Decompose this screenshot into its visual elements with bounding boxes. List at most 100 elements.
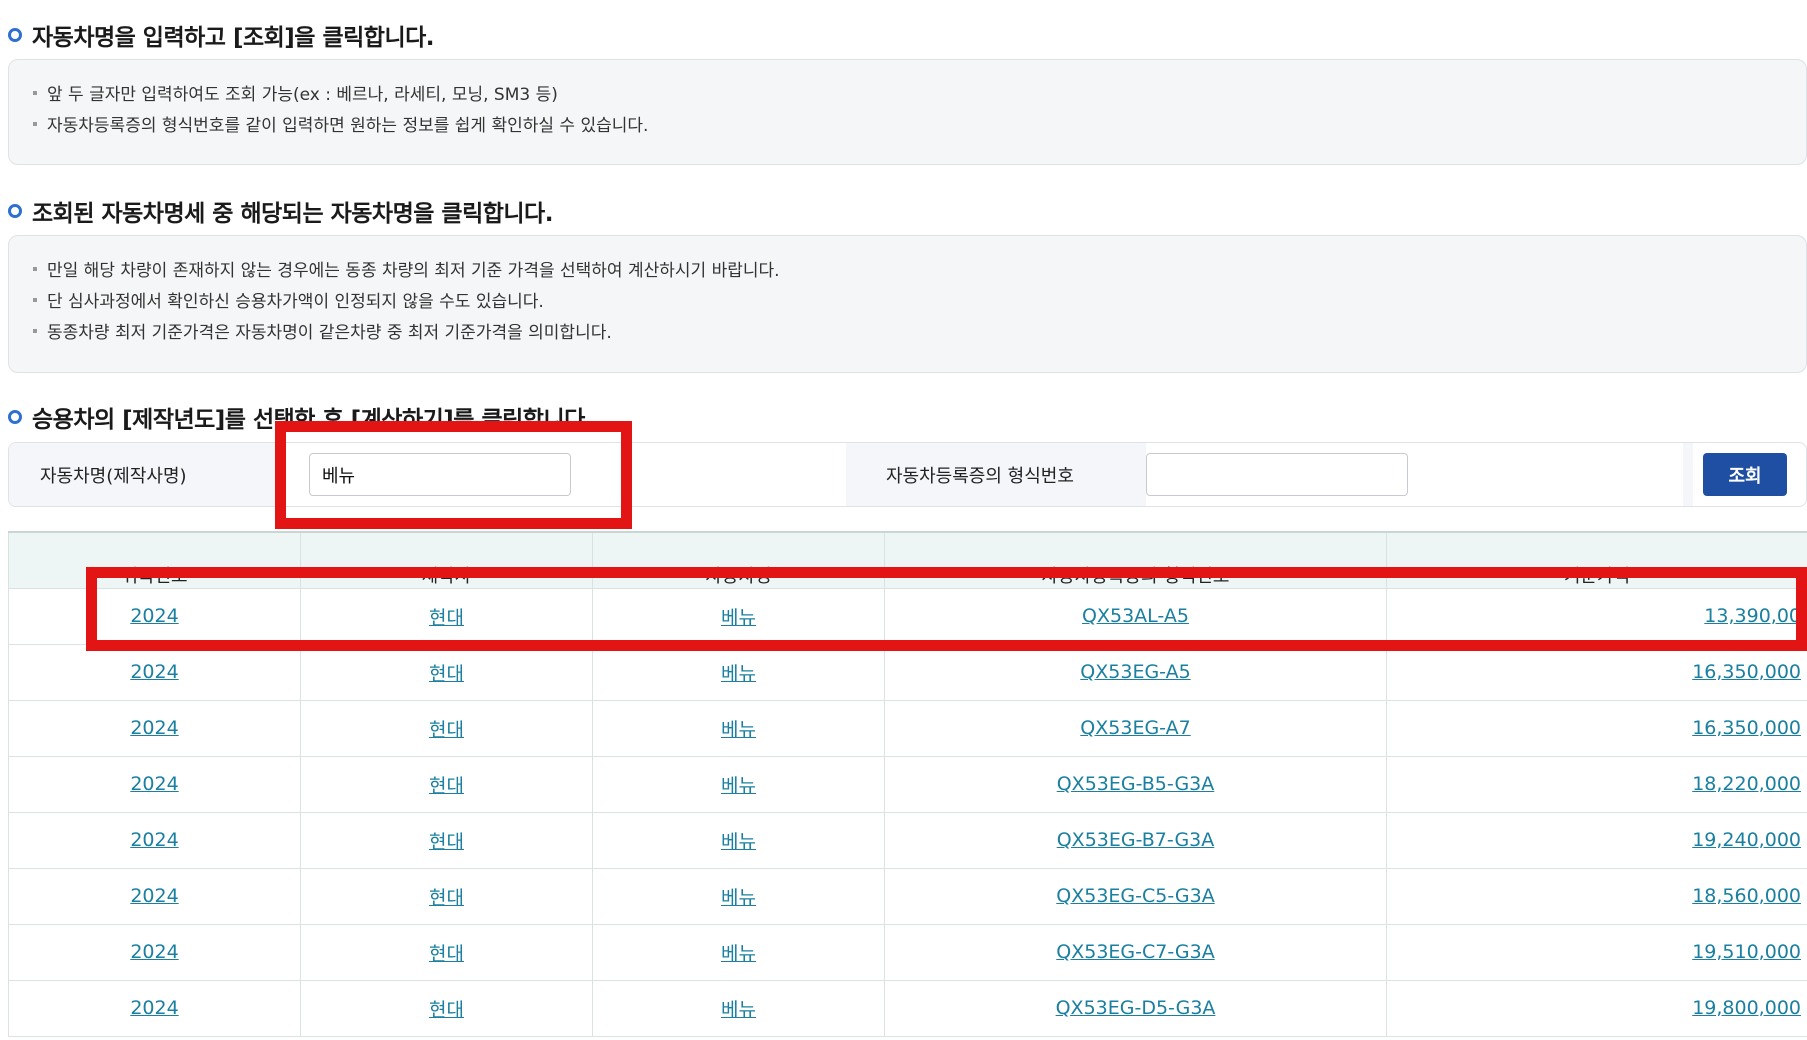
year-link[interactable]: 2024	[130, 717, 178, 739]
year-link[interactable]: 2024	[130, 661, 178, 683]
type-number-link[interactable]: QX53EG-C7-G3A	[1056, 941, 1214, 963]
cell-maker: 현대	[300, 867, 593, 925]
results-table: 귀속연도 제작사 자동차명 자동차등록증의 형식번호 기준가격 2024 현대 베뉴…	[8, 531, 1807, 1037]
button-cell-bg	[1683, 443, 1693, 506]
header-maker: 제작사	[300, 531, 593, 589]
base-price-link[interactable]: 19,800,000	[1692, 997, 1801, 1019]
base-price-link[interactable]: 16,350,000	[1692, 717, 1801, 739]
year-link[interactable]: 2024	[130, 941, 178, 963]
cell-base-price: 19,510,000	[1386, 923, 1807, 981]
type-number-label: 자동차등록증의 형식번호	[846, 443, 1146, 506]
type-number-link[interactable]: QX53EG-D5-G3A	[1056, 997, 1216, 1019]
type-number-link[interactable]: QX53EG-B5-G3A	[1057, 773, 1215, 795]
cell-year: 2024	[8, 699, 301, 757]
year-link[interactable]: 2024	[130, 829, 178, 851]
cell-year: 2024	[8, 979, 301, 1037]
cell-maker: 현대	[300, 587, 593, 645]
header-car-name: 자동차명	[592, 531, 885, 589]
cell-year: 2024	[8, 643, 301, 701]
step2-title: 조회된 자동차명세 중 해당되는 자동차명을 클릭합니다.	[32, 201, 553, 227]
header-type-number: 자동차등록증의 형식번호	[884, 531, 1387, 589]
year-link[interactable]: 2024	[130, 885, 178, 907]
header-year: 귀속연도	[8, 531, 301, 589]
cell-type-number: QX53EG-A7	[884, 699, 1387, 757]
info-line: 동종차량 최저 기준가격은 자동차명이 같은차량 중 최저 기준가격을 의미합니…	[33, 315, 1806, 346]
year-link[interactable]: 2024	[130, 773, 178, 795]
cell-type-number: QX53EG-B5-G3A	[884, 755, 1387, 813]
year-link[interactable]: 2024	[130, 997, 178, 1019]
cell-maker: 현대	[300, 979, 593, 1037]
cell-type-number: QX53EG-C5-G3A	[884, 867, 1387, 925]
cell-car-name: 베뉴	[592, 811, 885, 869]
cell-maker: 현대	[300, 923, 593, 981]
info-line: 만일 해당 차량이 존재하지 않는 경우에는 동종 차량의 최저 기준 가격을 …	[33, 253, 1806, 284]
search-form: 자동차명(제작사명) 자동차등록증의 형식번호 조회	[8, 442, 1807, 507]
car-name-link[interactable]: 베뉴	[721, 999, 756, 1021]
maker-link[interactable]: 현대	[429, 887, 464, 909]
cell-base-price: 18,560,000	[1386, 867, 1807, 925]
cell-car-name: 베뉴	[592, 867, 885, 925]
maker-link[interactable]: 현대	[429, 831, 464, 853]
maker-link[interactable]: 현대	[429, 999, 464, 1021]
cell-maker: 현대	[300, 699, 593, 757]
car-name-link[interactable]: 베뉴	[721, 607, 756, 629]
maker-link[interactable]: 현대	[429, 663, 464, 685]
car-name-link[interactable]: 베뉴	[721, 775, 756, 797]
square-bullet-icon	[33, 90, 37, 95]
car-name-link[interactable]: 베뉴	[721, 887, 756, 909]
maker-link[interactable]: 현대	[429, 943, 464, 965]
search-button[interactable]: 조회	[1703, 453, 1787, 496]
cell-type-number: QX53EG-C7-G3A	[884, 923, 1387, 981]
step2-info-box: 만일 해당 차량이 존재하지 않는 경우에는 동종 차량의 최저 기준 가격을 …	[8, 235, 1807, 373]
step3-heading: 승용차의 [제작년도]를 선택한 후 [계산하기]를 클릭합니다.	[8, 400, 594, 434]
car-name-link[interactable]: 베뉴	[721, 831, 756, 853]
circle-bullet-icon	[8, 410, 22, 424]
square-bullet-icon	[33, 121, 37, 126]
base-price-link[interactable]: 16,350,000	[1692, 661, 1801, 683]
cell-car-name: 베뉴	[592, 923, 885, 981]
car-name-link[interactable]: 베뉴	[721, 663, 756, 685]
info-line: 앞 두 글자만 입력하여도 조회 가능(ex : 베르나, 라세티, 모닝, S…	[33, 77, 1806, 108]
base-price-link[interactable]: 19,240,000	[1692, 829, 1801, 851]
cell-type-number: QX53EG-A5	[884, 643, 1387, 701]
cell-year: 2024	[8, 923, 301, 981]
square-bullet-icon	[33, 328, 37, 333]
type-number-link[interactable]: QX53EG-C5-G3A	[1056, 885, 1214, 907]
table-row: 2024 현대 베뉴 QX53EG-B7-G3A 19,240,000	[8, 811, 1807, 869]
maker-link[interactable]: 현대	[429, 775, 464, 797]
type-number-link[interactable]: QX53EG-A7	[1080, 717, 1190, 739]
square-bullet-icon	[33, 266, 37, 271]
table-row: 2024 현대 베뉴 QX53EG-A5 16,350,000	[8, 643, 1807, 701]
type-number-input[interactable]	[1146, 453, 1408, 496]
cell-base-price: 16,350,000	[1386, 643, 1807, 701]
year-link[interactable]: 2024	[130, 605, 178, 627]
base-price-link[interactable]: 13,390,00	[1704, 605, 1801, 627]
car-name-input[interactable]	[309, 453, 571, 496]
cell-type-number: QX53EG-B7-G3A	[884, 811, 1387, 869]
table-row: 2024 현대 베뉴 QX53EG-C5-G3A 18,560,000	[8, 867, 1807, 925]
maker-link[interactable]: 현대	[429, 607, 464, 629]
cell-year: 2024	[8, 755, 301, 813]
maker-link[interactable]: 현대	[429, 719, 464, 741]
cell-car-name: 베뉴	[592, 699, 885, 757]
cell-base-price: 13,390,00	[1386, 587, 1807, 645]
base-price-link[interactable]: 19,510,000	[1692, 941, 1801, 963]
square-bullet-icon	[33, 297, 37, 302]
base-price-link[interactable]: 18,220,000	[1692, 773, 1801, 795]
step1-title: 자동차명을 입력하고 [조회]을 클릭합니다.	[32, 25, 435, 51]
step1-heading: 자동차명을 입력하고 [조회]을 클릭합니다.	[8, 18, 435, 52]
cell-type-number: QX53EG-D5-G3A	[884, 979, 1387, 1037]
cell-base-price: 19,240,000	[1386, 811, 1807, 869]
type-number-link[interactable]: QX53EG-B7-G3A	[1057, 829, 1215, 851]
type-number-link[interactable]: QX53EG-A5	[1080, 661, 1190, 683]
car-name-link[interactable]: 베뉴	[721, 943, 756, 965]
cell-car-name: 베뉴	[592, 755, 885, 813]
circle-bullet-icon	[8, 204, 22, 218]
header-base-price: 기준가격	[1386, 531, 1807, 589]
car-name-link[interactable]: 베뉴	[721, 719, 756, 741]
base-price-link[interactable]: 18,560,000	[1692, 885, 1801, 907]
type-number-link[interactable]: QX53AL-A5	[1082, 605, 1189, 627]
cell-maker: 현대	[300, 755, 593, 813]
info-line: 자동차등록증의 형식번호를 같이 입력하면 원하는 정보를 쉽게 확인하실 수 …	[33, 108, 1806, 139]
cell-maker: 현대	[300, 643, 593, 701]
